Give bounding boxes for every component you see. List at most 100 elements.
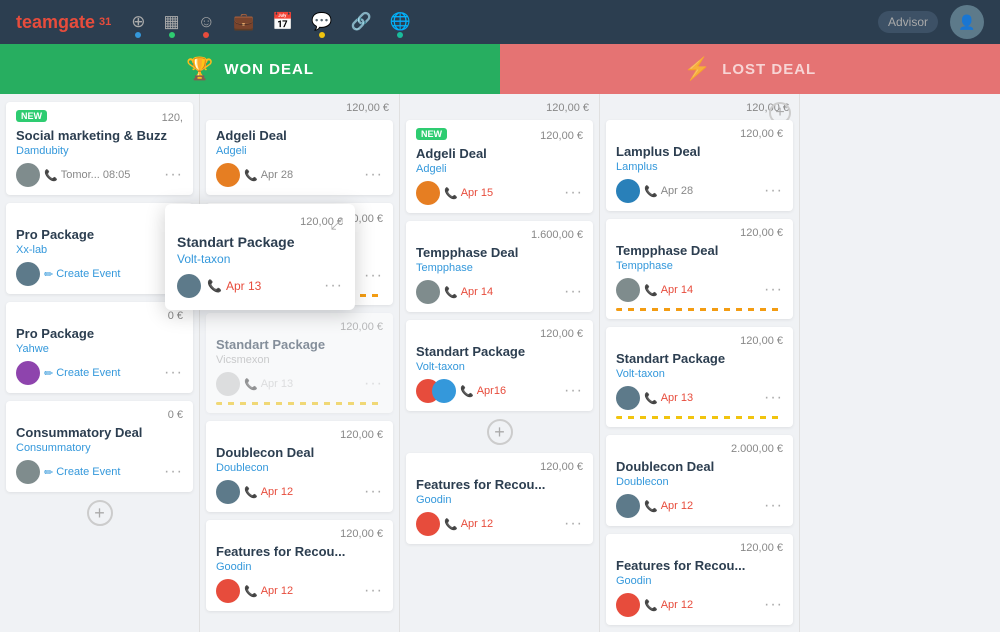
- chat-icon[interactable]: 💬: [311, 12, 332, 32]
- deal-company[interactable]: Doublecon: [616, 476, 783, 488]
- chart-icon[interactable]: ▦: [164, 12, 180, 32]
- deal-title[interactable]: Adgeli Deal: [416, 146, 583, 161]
- add-card-inline-button[interactable]: +: [487, 419, 513, 445]
- deal-title[interactable]: Tempphase Deal: [416, 245, 583, 260]
- deal-title[interactable]: Doublecon Deal: [216, 445, 383, 460]
- deal-company[interactable]: Goodin: [416, 494, 583, 506]
- card-menu[interactable]: ···: [364, 375, 383, 393]
- deal-company[interactable]: Damdubity: [16, 145, 183, 157]
- column-amount: 120,00 €: [206, 102, 393, 114]
- deal-company[interactable]: Adgeli: [216, 145, 383, 157]
- card-menu[interactable]: ···: [564, 515, 583, 533]
- deal-company[interactable]: Vicsmexon: [216, 354, 383, 366]
- logo[interactable]: teamgate 31: [16, 12, 111, 33]
- deal-date: 📞 Apr 12: [244, 486, 360, 499]
- avatar: [416, 181, 440, 205]
- trophy-icon: 🏆: [186, 56, 214, 82]
- deal-company[interactable]: Adgeli: [416, 163, 583, 175]
- card-menu[interactable]: ···: [364, 483, 383, 501]
- deal-company[interactable]: Goodin: [216, 561, 383, 573]
- deal-card-lamplus: 120,00 € Lamplus Deal Lamplus 📞 Apr 28 ·…: [606, 120, 793, 211]
- avatar: [177, 274, 201, 298]
- card-menu[interactable]: ···: [564, 184, 583, 202]
- person-icon[interactable]: ☺: [198, 12, 215, 32]
- card-menu[interactable]: ···: [764, 497, 783, 515]
- card-menu[interactable]: ···: [364, 267, 383, 285]
- deal-company[interactable]: Goodin: [616, 575, 783, 587]
- deal-title[interactable]: Features for Recou...: [216, 544, 383, 559]
- card-menu[interactable]: ···: [764, 182, 783, 200]
- add-placeholder[interactable]: +: [406, 419, 593, 445]
- avatar: [16, 460, 40, 484]
- deal-company[interactable]: Doublecon: [216, 462, 383, 474]
- calendar-icon[interactable]: 📅: [272, 12, 293, 32]
- deal-company[interactable]: Volt-taxon: [416, 361, 583, 373]
- create-event-button[interactable]: ✏ Create Event: [44, 367, 160, 380]
- column-amount: 120,00 €: [606, 102, 793, 114]
- deal-title[interactable]: Pro Package: [16, 326, 183, 341]
- deal-title[interactable]: Adgeli Deal: [216, 128, 383, 143]
- briefcase-icon[interactable]: 💼: [233, 12, 254, 32]
- card-amount: 1.600,00 €: [416, 229, 583, 241]
- plus-circle-icon[interactable]: ⊕: [131, 12, 145, 32]
- card-menu[interactable]: ···: [764, 281, 783, 299]
- deal-company[interactable]: Volt-taxon: [616, 368, 783, 380]
- card-menu[interactable]: ···: [364, 582, 383, 600]
- globe-icon[interactable]: 🌐: [390, 12, 411, 32]
- user-avatar[interactable]: 👤: [950, 5, 984, 39]
- lost-deal-banner[interactable]: ⚡ LOST DEAL: [500, 44, 1000, 94]
- card-amount: 120,00 €: [616, 227, 783, 239]
- deal-company[interactable]: Xx-lab: [16, 244, 183, 256]
- advisor-badge: Advisor: [878, 11, 938, 33]
- deal-date: 📞 Apr 15: [444, 187, 560, 200]
- won-deal-banner[interactable]: 🏆 WON DEAL: [0, 44, 500, 94]
- deal-title[interactable]: Tempphase Deal: [616, 243, 783, 258]
- top-navigation: teamgate 31 ⊕ ▦ ☺ 💼 📅 💬 🔗 🌐 Advisor 👤: [0, 0, 1000, 44]
- deal-date: 📞 Apr 28: [644, 185, 760, 198]
- card-menu[interactable]: ···: [564, 382, 583, 400]
- card-menu[interactable]: ···: [564, 283, 583, 301]
- card-menu[interactable]: ···: [364, 166, 383, 184]
- card-menu[interactable]: ···: [764, 596, 783, 614]
- link-icon[interactable]: 🔗: [350, 12, 371, 32]
- create-event-button[interactable]: ✏ Create Event: [44, 268, 160, 281]
- deal-banners: 🏆 WON DEAL ⚡ LOST DEAL: [0, 44, 1000, 94]
- avatar: [616, 386, 640, 410]
- deal-title[interactable]: Standart Package: [416, 344, 583, 359]
- deal-card-doublecon: 120,00 € Doublecon Deal Doublecon 📞 Apr …: [206, 421, 393, 512]
- popup-company: Volt-taxon: [177, 252, 343, 266]
- popup-menu[interactable]: ···: [324, 277, 343, 295]
- card-menu[interactable]: ···: [764, 389, 783, 407]
- avatar: [616, 494, 640, 518]
- card-menu[interactable]: ···: [164, 463, 183, 481]
- deal-title[interactable]: Pro Package: [16, 227, 183, 242]
- deal-title[interactable]: Doublecon Deal: [616, 459, 783, 474]
- deal-title[interactable]: Features for Recou...: [416, 477, 583, 492]
- deal-title[interactable]: Standart Package: [616, 351, 783, 366]
- card-footer: 📞 Apr 13 ···: [616, 386, 783, 410]
- deal-company[interactable]: Yahwe: [16, 343, 183, 355]
- logo-num: 31: [99, 16, 111, 28]
- deal-company[interactable]: Lamplus: [616, 161, 783, 173]
- card-menu[interactable]: ···: [164, 364, 183, 382]
- add-card-button[interactable]: +: [87, 500, 113, 526]
- avatar: [616, 278, 640, 302]
- card-amount: 120,00 €: [616, 542, 783, 554]
- deal-title[interactable]: Consummatory Deal: [16, 425, 183, 440]
- card-footer: ✏ Create Event ···: [16, 361, 183, 385]
- deal-company[interactable]: Tempphase: [416, 262, 583, 274]
- deal-title[interactable]: Standart Package: [216, 337, 383, 352]
- dragging-popup-card[interactable]: 120,00 € Standart Package Volt-taxon ⤢ 📞…: [165, 204, 355, 310]
- popup-title: Standart Package: [177, 234, 343, 250]
- deal-title[interactable]: Social marketing & Buzz: [16, 128, 183, 143]
- deal-date: 📞 Apr 28: [244, 169, 360, 182]
- card-footer: 📞 Apr 14 ···: [616, 278, 783, 302]
- create-event-button[interactable]: ✏ Create Event: [44, 466, 160, 479]
- deal-company[interactable]: Tempphase: [616, 260, 783, 272]
- deal-company[interactable]: Consummatory: [16, 442, 183, 454]
- deal-title[interactable]: Features for Recou...: [616, 558, 783, 573]
- deal-title[interactable]: Lamplus Deal: [616, 144, 783, 159]
- card-footer: 📞 Apr 28 ···: [216, 163, 383, 187]
- phone-icon: 📞: [244, 486, 258, 499]
- card-menu[interactable]: ···: [164, 166, 183, 184]
